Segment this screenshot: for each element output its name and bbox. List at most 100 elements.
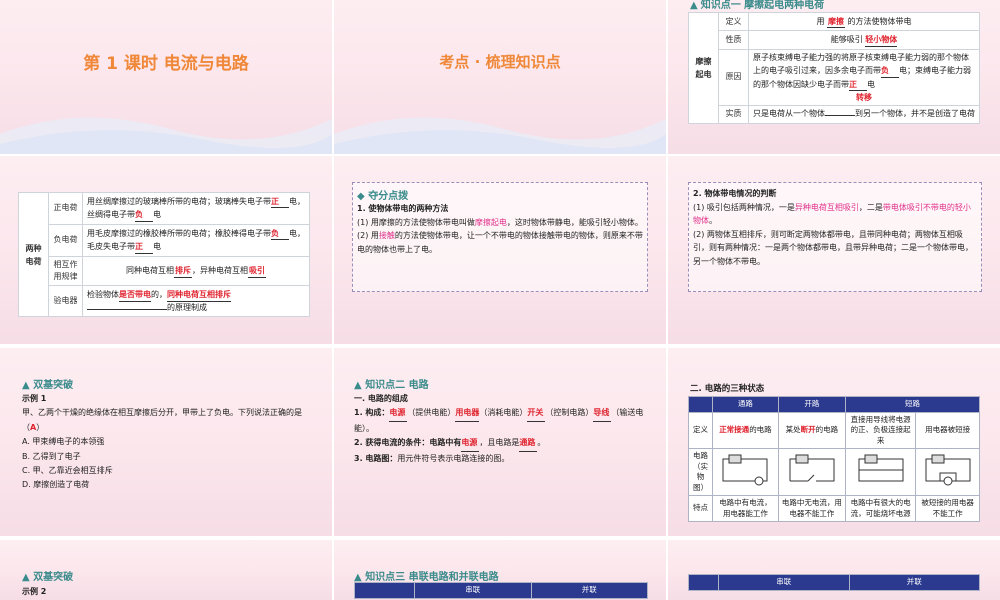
- slide-1[interactable]: 第 1 课时 电流与电路: [0, 0, 332, 154]
- current-condition-line: 2. 获得电流的条件：电路中有电源 ，且电路是通路。: [354, 436, 650, 452]
- lesson-title: 第 1 课时 电流与电路: [83, 54, 249, 74]
- row-content: 同种电荷互相排斥，异种电荷互相吸引: [82, 255, 310, 287]
- row-label: 电路（实物图）: [688, 448, 713, 496]
- circuit-composition: 一. 电路的组成 1. 构成：电源 （提供电能）用电器（消耗电能）开关 （控制电路）…: [354, 392, 650, 466]
- judge-item-1: (1) 吸引包括两种情况，一是异种电荷互相吸引，二是带电体吸引不带电的轻小物体。: [693, 202, 971, 226]
- def-open: 某处断开的电路: [777, 411, 846, 449]
- book-icon: ▲: [354, 380, 362, 391]
- circuit-diagram-line: 3. 电路图：用元件符号表示电路连接的图。: [354, 453, 510, 463]
- def-short-source: 直接用导线将电源的正、负极连接起来: [844, 411, 917, 449]
- series-parallel-table: 串联 并联: [688, 574, 980, 591]
- slide-6[interactable]: 2. 物体带电情况的判断 (1) 吸引包括两种情况，一是异种电荷互相吸引，二是带…: [668, 156, 1000, 344]
- header-parallel: 并联: [848, 574, 980, 591]
- row-label: 定义: [688, 411, 713, 449]
- judge-item-2: (2) 两物体互相排斥，则可断定两物体都带电，且带同种电荷；两物体互相吸引，则有…: [693, 229, 973, 266]
- group-label: 摩擦起电: [688, 12, 719, 124]
- option-d[interactable]: D. 摩擦创造了电荷: [22, 478, 314, 492]
- section-title: 考点 · 梳理知识点: [439, 53, 561, 71]
- judge-box: 2. 物体带电情况的判断 (1) 吸引包括两种情况，一是异种电荷互相吸引，二是带…: [688, 182, 982, 292]
- slide-3[interactable]: ▲ 知识点一 摩擦起电两种电荷 摩擦起电 定义 用 摩擦 的方法使物体带电 性质 …: [668, 0, 1000, 154]
- feat-short-device: 被短接的用电器不能工作: [915, 495, 980, 522]
- feat-closed: 电路中有电流，用电器能工作: [712, 495, 779, 522]
- series-parallel-table: 串联 并联: [354, 582, 648, 599]
- slide-5[interactable]: ◆ 夺分点拨 1. 使物体带电的两种方法 (1) 用摩擦的方法使物体带电叫做摩擦…: [334, 156, 666, 344]
- friction-table: 摩擦起电 定义 用 摩擦 的方法使物体带电 性质 能够吸引 轻小物体 原因 原子…: [688, 11, 980, 124]
- group-label: 两种电荷: [18, 191, 49, 318]
- def-short-device: 用电器被短接: [915, 411, 980, 449]
- slide-9[interactable]: 二. 电路的三种状态 通路 开路 短路 定义 正常接通的电路 某处断开的电路 直…: [668, 348, 1000, 536]
- circuit-pic-short: [844, 448, 917, 496]
- sub-heading: 一. 电路的组成: [354, 394, 408, 403]
- knowledge-point-heading: ▲ 知识点二 电路: [354, 380, 429, 391]
- header-series: 串联: [414, 582, 532, 599]
- tips-heading: ◆ 夺分点拨: [357, 191, 409, 202]
- wave-decoration: [0, 117, 332, 154]
- row-label: 相互作用规律: [48, 255, 83, 287]
- feat-open: 电路中无电流，用电器不能工作: [777, 495, 846, 522]
- charges-table: 两种电荷 正电荷 用丝绸摩擦过的玻璃棒所带的电荷；玻璃棒失电子带正 电，丝绸得电子…: [18, 191, 310, 318]
- row-content: 原子核束缚电子能力强的将原子核束缚电子能力弱的那个物体上的电子吸引过来，因多余电…: [748, 48, 980, 107]
- row-label: 特点: [688, 495, 713, 522]
- row-label: 性质: [718, 30, 749, 50]
- book-icon: ▲: [690, 0, 698, 11]
- option-b[interactable]: B. 乙得到了电子: [22, 450, 314, 464]
- header-short: 短路: [844, 396, 981, 413]
- row-label: 实质: [718, 105, 749, 124]
- header-empty: [688, 396, 713, 413]
- tips-box: ◆ 夺分点拨 1. 使物体带电的两种方法 (1) 用摩擦的方法使物体带电叫做摩擦…: [352, 182, 648, 292]
- practice-heading: ▲ 双基突破: [22, 572, 74, 583]
- row-content: 只是电荷从一个物体 到另一个物体，并不是创造了电荷: [748, 105, 980, 124]
- book-icon: ▲: [22, 572, 30, 583]
- practice-heading: ▲ 双基突破: [22, 380, 74, 391]
- judge-title: 2. 物体带电情况的判断: [693, 189, 777, 198]
- knowledge-point-heading: ▲ 知识点三 串联电路和并联电路: [354, 572, 499, 583]
- row-label: 原因: [718, 48, 749, 107]
- row-content: 用 摩擦 的方法使物体带电: [748, 11, 980, 32]
- slide-11[interactable]: ▲ 知识点三 串联电路和并联电路 串联 并联: [334, 540, 666, 600]
- tips-item-1: (1) 用摩擦的方法使物体带电叫做摩擦起电，这时物体带静电，能吸引轻小物体。: [357, 217, 643, 227]
- row-content: 用丝绸摩擦过的玻璃棒所带的电荷；玻璃棒失电子带正 电，丝绸得电子带负电: [82, 192, 310, 225]
- option-c[interactable]: C. 甲、乙靠近会相互排斥: [22, 464, 314, 478]
- slide-10[interactable]: ▲ 双基突破 示例 2: [0, 540, 332, 600]
- option-a[interactable]: A. 甲束缚电子的本领强: [22, 435, 314, 449]
- row-label: 验电器: [48, 285, 83, 318]
- lightbulb-icon: ◆: [357, 191, 365, 202]
- tips-item-2: (2) 用接触的方法使物体带电，让一个不带电的物体接触带电的物体，则原来不带电的…: [357, 231, 643, 254]
- slide-2[interactable]: 考点 · 梳理知识点: [334, 0, 666, 154]
- circuit-icon: [925, 454, 971, 486]
- row-label: 正电荷: [48, 192, 83, 225]
- question-text: 甲、乙两个干燥的绝缘体在相互摩擦后分开，甲带上了负电。下列说法正确的是（A）: [22, 408, 302, 432]
- circuit-pic-open: [777, 448, 846, 496]
- row-content: 能够吸引 轻小物体: [748, 30, 980, 50]
- row-label: 定义: [718, 11, 749, 32]
- tips-item-title: 1. 使物体带电的两种方法: [357, 204, 449, 213]
- slide-12[interactable]: 串联 并联: [668, 540, 1000, 600]
- example-label: 示例 1: [22, 394, 47, 403]
- header-parallel: 并联: [530, 582, 648, 599]
- example-1: 示例 1 甲、乙两个干燥的绝缘体在相互摩擦后分开，甲带上了负电。下列说法正确的是…: [22, 392, 314, 493]
- circuit-icon: [722, 454, 768, 486]
- def-closed: 正常接通的电路: [712, 411, 779, 449]
- heading-text: 知识点一 摩擦起电两种电荷: [700, 0, 825, 11]
- knowledge-point-heading: ▲ 知识点一 摩擦起电两种电荷: [690, 0, 824, 11]
- slide-8[interactable]: ▲ 知识点二 电路 一. 电路的组成 1. 构成：电源 （提供电能）用电器（消耗电…: [334, 348, 666, 536]
- row-content: 检验物体是否带电的，同种电荷互相排斥 的原理制成: [82, 285, 310, 318]
- circuit-pic-closed: [712, 448, 779, 496]
- circuit-icon: [789, 454, 835, 482]
- composition-line: 1. 构成：电源 （提供电能）用电器（消耗电能）开关 （控制电路）导线 （输送电能）。: [354, 408, 644, 433]
- circuit-icon: [858, 454, 904, 482]
- slide-4[interactable]: 两种电荷 正电荷 用丝绸摩擦过的玻璃棒所带的电荷；玻璃棒失电子带正 电，丝绸得电子…: [0, 156, 332, 344]
- row-content: 用毛皮摩擦过的橡胶棒所带的电荷；橡胶棒得电子带负 电，毛皮失电子带正电: [82, 223, 310, 257]
- slide-grid: 第 1 课时 电流与电路 考点 · 梳理知识点 ▲ 知识点一 摩擦起电两种电荷 摩…: [0, 0, 1000, 600]
- feat-short-source: 电路中有很大的电流，可能烧坏电源: [844, 495, 917, 522]
- slide-7[interactable]: ▲ 双基突破 示例 1 甲、乙两个干燥的绝缘体在相互摩擦后分开，甲带上了负电。下…: [0, 348, 332, 536]
- circuit-pic-device-short: [915, 448, 980, 496]
- header-series: 串联: [718, 574, 850, 591]
- example-label: 示例 2: [22, 587, 47, 596]
- header-closed: 通路: [712, 396, 779, 413]
- wave-decoration: [334, 117, 666, 154]
- book-icon: ▲: [22, 380, 30, 391]
- circuit-states-table: 通路 开路 短路 定义 正常接通的电路 某处断开的电路 直接用导线将电源的正、负…: [688, 396, 981, 522]
- row-label: 负电荷: [48, 223, 83, 257]
- header-open: 开路: [777, 396, 846, 413]
